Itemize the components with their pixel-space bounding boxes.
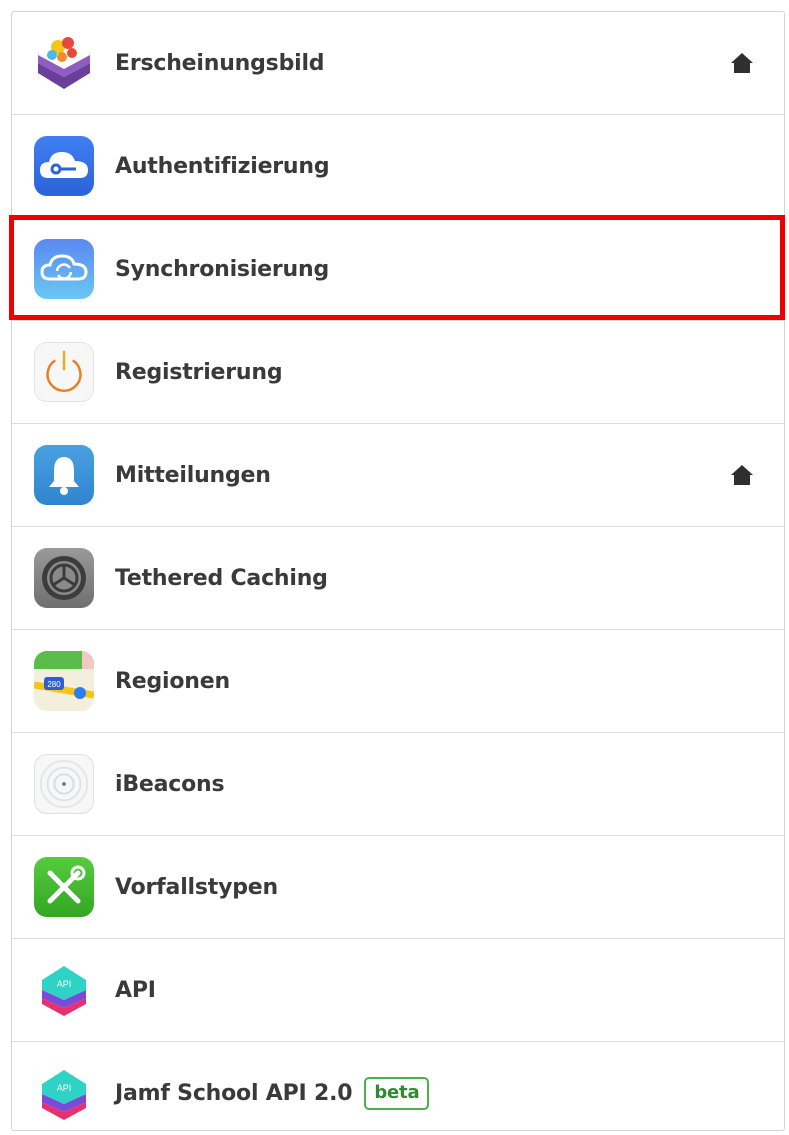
bell-icon xyxy=(34,445,94,505)
cloud-key-icon xyxy=(34,136,94,196)
home-icon xyxy=(731,53,753,73)
api-stack-icon: API xyxy=(34,960,94,1020)
appearance-icon xyxy=(34,33,94,93)
beta-badge: beta xyxy=(364,1077,430,1110)
menu-item-label: Synchronisierung xyxy=(115,256,329,282)
cloud-sync-icon xyxy=(34,239,94,299)
menu-item-authentifizierung[interactable]: Authentifizierung xyxy=(12,115,784,218)
menu-item-mitteilungen[interactable]: Mitteilungen xyxy=(12,424,784,527)
api-stack-icon: API xyxy=(34,1063,94,1124)
menu-item-label: Mitteilungen xyxy=(115,462,271,488)
menu-item-jamf-school-api[interactable]: API Jamf School API 2.0 beta xyxy=(12,1042,784,1130)
svg-text:API: API xyxy=(57,979,72,989)
menu-item-tethered-caching[interactable]: Tethered Caching xyxy=(12,527,784,630)
menu-item-label: Registrierung xyxy=(115,359,283,385)
menu-item-label: Jamf School API 2.0 beta xyxy=(115,1077,430,1110)
menu-item-label: iBeacons xyxy=(115,771,225,797)
menu-item-label: Vorfallstypen xyxy=(115,874,278,900)
menu-item-label: API xyxy=(115,977,156,1003)
menu-item-label: Erscheinungsbild xyxy=(115,50,325,76)
menu-item-label: Tethered Caching xyxy=(115,565,328,591)
menu-item-synchronisierung[interactable]: Synchronisierung xyxy=(12,218,784,321)
menu-item-label-text: Jamf School API 2.0 xyxy=(115,1081,353,1106)
menu-item-registrierung[interactable]: Registrierung xyxy=(12,321,784,424)
menu-item-label: Regionen xyxy=(115,668,230,694)
settings-gear-icon xyxy=(34,548,94,608)
home-icon xyxy=(731,465,753,485)
power-icon xyxy=(34,342,94,402)
ibeacon-icon xyxy=(34,754,94,814)
svg-text:API: API xyxy=(57,1083,72,1093)
menu-item-api[interactable]: API API xyxy=(12,939,784,1042)
settings-menu-panel: Erscheinungsbild Authentifizierung Synch… xyxy=(11,11,785,1131)
tools-icon xyxy=(34,857,94,917)
menu-item-label: Authentifizierung xyxy=(115,153,330,179)
menu-item-regionen[interactable]: 280 Regionen xyxy=(12,630,784,733)
menu-item-erscheinungsbild[interactable]: Erscheinungsbild xyxy=(12,12,784,115)
svg-text:280: 280 xyxy=(47,680,61,689)
menu-item-vorfallstypen[interactable]: Vorfallstypen xyxy=(12,836,784,939)
menu-item-ibeacons[interactable]: iBeacons xyxy=(12,733,784,836)
maps-icon: 280 xyxy=(34,651,94,711)
